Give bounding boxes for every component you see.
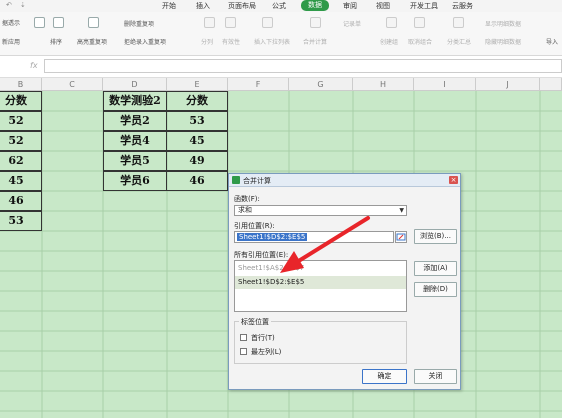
formula-input[interactable]	[44, 59, 562, 73]
label-position-title: 标签位置	[239, 317, 271, 327]
browse-button[interactable]: 浏览(B)...	[414, 229, 457, 244]
column-header-j[interactable]: J	[476, 78, 540, 91]
function-select[interactable]: 求和 ▼	[234, 205, 407, 216]
tab-review[interactable]: 审阅	[343, 1, 357, 11]
undo-icon[interactable]: ↶	[6, 1, 12, 9]
consolidate-dialog: 合并计算 × 函数(F): 求和 ▼ 引用位置(R): Sheet1!$D$2:…	[228, 173, 461, 390]
all-references-label: 所有引用位置(E):	[234, 251, 289, 259]
reference-value: Sheet1!$D$2:$E$5	[237, 233, 308, 241]
right-table-cell[interactable]: 53	[166, 111, 228, 131]
insert-dropdown-button[interactable]: 插入下拉列表	[254, 37, 290, 46]
record-sheet-button[interactable]: 记录单	[343, 19, 361, 28]
function-value: 求和	[238, 206, 252, 214]
list-item[interactable]: Sheet1!$A$2:$B$7	[235, 262, 406, 275]
split-button[interactable]: 分列	[201, 37, 213, 46]
create-group-icon[interactable]	[386, 17, 397, 28]
column-header-e[interactable]: E	[167, 78, 228, 91]
tab-cloud[interactable]: 云服务	[452, 1, 473, 11]
validity-icon[interactable]	[225, 17, 236, 28]
show-detail-button[interactable]: 显示明细数据	[485, 19, 521, 28]
left-table-cell[interactable]: 52	[0, 111, 42, 131]
function-label: 函数(F):	[234, 195, 260, 203]
more-icon[interactable]: ⇣	[20, 1, 26, 9]
import-button[interactable]: 导入	[546, 37, 558, 46]
consolidate-icon[interactable]	[310, 17, 321, 28]
ok-button[interactable]: 确定	[362, 369, 407, 384]
left-table-cell[interactable]: 52	[0, 131, 42, 151]
tab-insert[interactable]: 插入	[196, 1, 210, 11]
reject-duplicates-button[interactable]: 拒绝录入重复项	[124, 37, 166, 46]
column-header-h[interactable]: H	[353, 78, 414, 91]
left-table-header[interactable]: 分数	[0, 91, 42, 111]
sort-icon[interactable]	[53, 17, 64, 28]
all-references-list[interactable]: Sheet1!$A$2:$B$7 Sheet1!$D$2:$E$5	[234, 260, 407, 312]
menu-bar: ↶ ⇣ 开始 插入 页面布局 公式 数据 审阅 视图 开发工具 云服务	[0, 0, 562, 12]
right-table-cell[interactable]: 学员6	[103, 171, 167, 191]
highlight-duplicates-button[interactable]: 高亮重复项	[77, 37, 107, 46]
ungroup-button[interactable]: 取消组合	[408, 37, 432, 46]
delete-duplicates-button[interactable]: 删除重复项	[124, 19, 154, 28]
insert-dropdown-icon[interactable]	[262, 17, 273, 28]
tab-developer[interactable]: 开发工具	[410, 1, 438, 11]
add-button[interactable]: 添加(A)	[414, 261, 457, 276]
column-header-next[interactable]	[540, 78, 562, 91]
column-header-f[interactable]: F	[228, 78, 289, 91]
sort-az-icon[interactable]	[34, 17, 45, 28]
subtotal-button[interactable]: 分类汇总	[447, 37, 471, 46]
ungroup-icon[interactable]	[414, 17, 425, 28]
column-header-d[interactable]: D	[103, 78, 167, 91]
reference-input[interactable]: Sheet1!$D$2:$E$5	[234, 231, 394, 243]
left-table-cell[interactable]: 53	[0, 211, 42, 231]
tab-data[interactable]: 数据	[301, 0, 329, 11]
right-table-cell[interactable]: 学员2	[103, 111, 167, 131]
column-header-g[interactable]: G	[289, 78, 353, 91]
right-table-header-name[interactable]: 数学测验2	[103, 91, 167, 111]
reapply-label[interactable]: 新应用	[2, 37, 20, 46]
left-column-label: 最左列(L)	[251, 348, 282, 356]
reference-label: 引用位置(R):	[234, 222, 275, 230]
label-position-group: 标签位置 首行(T) 最左列(L)	[234, 317, 407, 364]
wps-sheet-icon	[232, 176, 240, 184]
validity-button[interactable]: 有效性	[222, 37, 240, 46]
tab-view[interactable]: 视图	[376, 1, 390, 11]
right-table-header-score[interactable]: 分数	[166, 91, 228, 111]
right-table-cell[interactable]: 49	[166, 151, 228, 171]
first-row-checkbox[interactable]	[240, 334, 247, 341]
consolidate-button[interactable]: 合并计算	[303, 37, 327, 46]
column-header-b[interactable]: B	[0, 78, 42, 91]
tab-page-layout[interactable]: 页面布局	[228, 1, 256, 11]
right-table-cell[interactable]: 学员5	[103, 151, 167, 171]
column-header-i[interactable]: I	[414, 78, 476, 91]
first-row-label: 首行(T)	[251, 334, 275, 342]
right-table-cell[interactable]: 46	[166, 171, 228, 191]
pivot-refresh-label[interactable]: 据透示	[2, 18, 20, 27]
right-table-cell[interactable]: 45	[166, 131, 228, 151]
tab-start[interactable]: 开始	[162, 1, 176, 11]
hide-detail-button[interactable]: 隐藏明细数据	[485, 37, 521, 46]
right-table-cell[interactable]: 学员4	[103, 131, 167, 151]
list-item[interactable]: Sheet1!$D$2:$E$5	[235, 276, 406, 289]
create-group-button[interactable]: 创建组	[380, 37, 398, 46]
collapse-dialog-icon[interactable]	[395, 231, 407, 243]
dialog-title-bar[interactable]: 合并计算 ×	[229, 174, 460, 187]
left-table-cell[interactable]: 62	[0, 151, 42, 171]
dialog-title: 合并计算	[243, 177, 271, 185]
column-header-c[interactable]: C	[42, 78, 103, 91]
tab-formula[interactable]: 公式	[272, 1, 286, 11]
left-table-cell[interactable]: 45	[0, 171, 42, 191]
chevron-down-icon[interactable]: ▼	[399, 206, 404, 215]
sort-button[interactable]: 排序	[50, 37, 62, 46]
highlight-duplicates-icon[interactable]	[88, 17, 99, 28]
close-button[interactable]: 关闭	[414, 369, 457, 384]
ribbon: 据透示 新应用 排序 高亮重复项 删除重复项 拒绝录入重复项 分列 有效性 插入…	[0, 12, 562, 56]
formula-bar: fx	[0, 56, 562, 78]
delete-button[interactable]: 删除(D)	[414, 282, 457, 297]
left-table-cell[interactable]: 46	[0, 191, 42, 211]
fx-icon[interactable]: fx	[30, 61, 38, 70]
close-icon[interactable]: ×	[449, 176, 458, 184]
left-column-checkbox[interactable]	[240, 348, 247, 355]
split-icon[interactable]	[204, 17, 215, 28]
subtotal-icon[interactable]	[453, 17, 464, 28]
